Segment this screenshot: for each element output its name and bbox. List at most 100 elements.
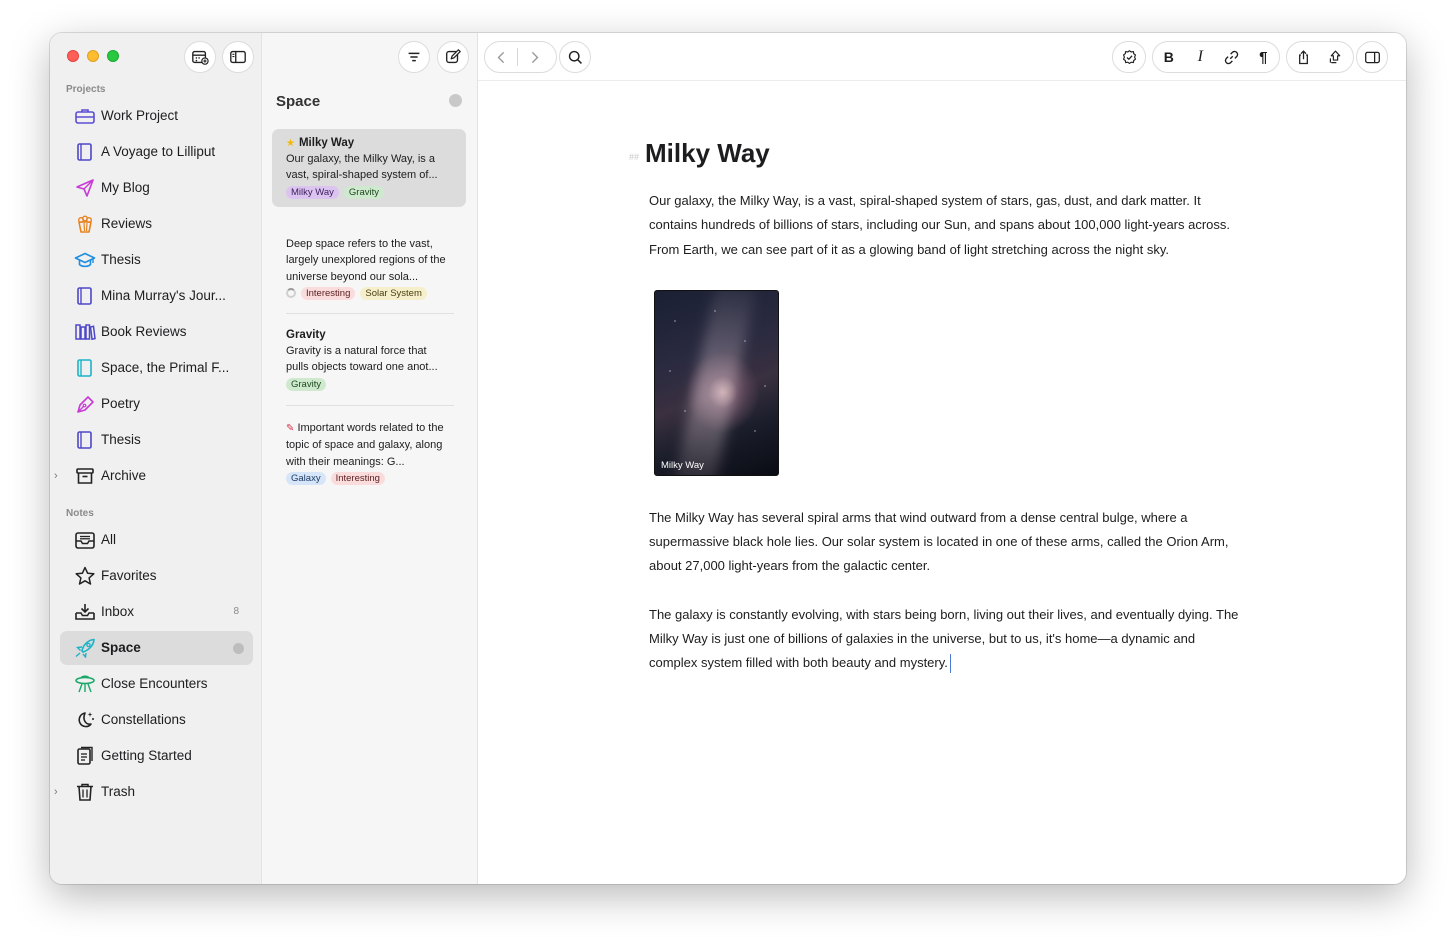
chevron-right-icon[interactable]: › bbox=[54, 470, 58, 482]
sidebar-item-label: Archive bbox=[101, 468, 147, 483]
books-icon bbox=[74, 322, 96, 342]
sidebar-item-label: Trash bbox=[101, 784, 136, 799]
search-pill bbox=[559, 41, 591, 73]
sidebar-item-reviews[interactable]: Reviews bbox=[60, 207, 253, 241]
sidebar-item-inbox[interactable]: Inbox 8 bbox=[60, 595, 253, 629]
sidebar-item-thesis[interactable]: Thesis bbox=[60, 243, 253, 277]
note-list-title: Space bbox=[276, 93, 321, 110]
navigation-pill bbox=[484, 41, 557, 73]
sidebar-item-all[interactable]: All bbox=[60, 523, 253, 557]
tag-badge[interactable]: Solar System bbox=[360, 286, 427, 300]
link-button[interactable] bbox=[1216, 42, 1248, 72]
new-note-button[interactable] bbox=[437, 41, 469, 73]
sidebar-item-label: Thesis bbox=[101, 252, 141, 267]
sidebar-item-close-encounters[interactable]: Close Encounters bbox=[60, 667, 253, 701]
editor-toolbar: B I ¶ bbox=[478, 33, 1406, 81]
zoom-window-button[interactable] bbox=[107, 50, 119, 62]
sidebar-icon bbox=[230, 50, 246, 64]
sidebar-item-trash[interactable]: › Trash bbox=[54, 775, 253, 809]
note-card-preview: Gravity is a natural force that pulls ob… bbox=[286, 345, 438, 374]
tray-icon bbox=[74, 530, 96, 550]
note-paragraph[interactable]: The Milky Way has several spiral arms th… bbox=[649, 506, 1239, 579]
sidebar-item-label: Reviews bbox=[101, 216, 153, 231]
sidebar-item-getting-started[interactable]: Getting Started bbox=[60, 739, 253, 773]
graduation-cap-icon bbox=[74, 250, 96, 270]
note-card-tags: Gravity bbox=[286, 377, 452, 391]
settings-pill bbox=[1112, 41, 1146, 73]
note-paragraph[interactable]: Our galaxy, the Milky Way, is a vast, sp… bbox=[649, 189, 1239, 262]
tag-badge[interactable]: Interesting bbox=[301, 286, 356, 300]
note-settings-button[interactable] bbox=[1113, 42, 1145, 72]
note-card-space-words[interactable]: ✎ Important words related to the topic o… bbox=[272, 412, 466, 493]
note-document[interactable]: ## Milky Way Our galaxy, the Milky Way, … bbox=[629, 138, 1239, 676]
text-cursor bbox=[949, 654, 951, 674]
fountain-pen-icon bbox=[74, 394, 96, 414]
note-card-deep-space[interactable]: Deep space refers to the vast, largely u… bbox=[272, 228, 466, 308]
toggle-inspector-button[interactable] bbox=[1357, 42, 1387, 72]
minimize-window-button[interactable] bbox=[87, 50, 99, 62]
sidebar-item-label: Mina Murray's Jour... bbox=[101, 288, 226, 303]
sidebar-item-space-the-primal-frontier[interactable]: Space, the Primal F... bbox=[60, 351, 253, 385]
notes-section-title: Notes bbox=[66, 508, 94, 519]
upload-arrow-icon bbox=[1329, 50, 1340, 63]
sidebar-item-poetry[interactable]: Poetry bbox=[60, 387, 253, 421]
note-heading[interactable]: ## Milky Way bbox=[629, 138, 1239, 169]
bold-button[interactable]: B bbox=[1153, 42, 1185, 72]
note-card-milky-way[interactable]: ★ Milky Way Our galaxy, the Milky Way, i… bbox=[272, 129, 466, 207]
rocket-icon bbox=[74, 638, 96, 659]
sidebar-item-label: Space bbox=[101, 640, 141, 655]
sidebar-item-label: Space, the Primal F... bbox=[101, 360, 230, 375]
tag-badge[interactable]: Galaxy bbox=[286, 471, 326, 485]
italic-icon: I bbox=[1197, 48, 1203, 65]
pilcrow-icon: ¶ bbox=[1259, 48, 1268, 66]
trash-icon bbox=[74, 782, 96, 802]
forward-button[interactable] bbox=[518, 42, 550, 72]
tag-badge[interactable]: Interesting bbox=[330, 471, 385, 485]
note-card-gravity[interactable]: Gravity Gravity is a natural force that … bbox=[272, 321, 466, 399]
sidebar-item-label: A Voyage to Lilliput bbox=[101, 144, 216, 159]
note-card-tags: Galaxy Interesting bbox=[286, 471, 452, 485]
sidebar-item-constellations[interactable]: Constellations bbox=[60, 703, 253, 737]
chevron-right-icon[interactable]: › bbox=[54, 786, 58, 798]
sort-button[interactable] bbox=[398, 41, 430, 73]
sidebar-item-label: Constellations bbox=[101, 712, 186, 727]
card-divider bbox=[286, 313, 454, 314]
sidebar-item-favorites[interactable]: Favorites bbox=[60, 559, 253, 593]
paragraph-button[interactable]: ¶ bbox=[1248, 42, 1280, 72]
sidebar-item-thesis-2[interactable]: Thesis bbox=[60, 423, 253, 457]
compose-icon bbox=[446, 49, 461, 64]
chevron-right-icon bbox=[531, 51, 538, 63]
italic-button[interactable]: I bbox=[1185, 42, 1217, 72]
sidebar-item-work-project[interactable]: Work Project bbox=[60, 99, 253, 133]
sidebar-item-space[interactable]: Space bbox=[60, 631, 253, 665]
tag-badge[interactable]: Gravity bbox=[286, 377, 327, 391]
sidebar-item-label: Thesis bbox=[101, 432, 141, 447]
publish-button[interactable] bbox=[1319, 42, 1351, 72]
tag-badge[interactable]: Gravity bbox=[343, 185, 385, 199]
sidebar-item-label: Inbox bbox=[101, 604, 135, 619]
share-button[interactable] bbox=[1287, 42, 1319, 72]
new-folder-button[interactable] bbox=[184, 41, 216, 73]
search-button[interactable] bbox=[560, 42, 590, 72]
card-divider bbox=[286, 405, 454, 406]
sidebar-item-book-reviews[interactable]: Book Reviews bbox=[60, 315, 253, 349]
popcorn-icon bbox=[74, 214, 96, 234]
milky-way-image[interactable]: Milky Way bbox=[654, 289, 779, 476]
tag-badge[interactable]: Milky Way bbox=[286, 185, 339, 199]
close-window-button[interactable] bbox=[67, 50, 79, 62]
sidebar-item-mina-murrays-journal[interactable]: Mina Murray's Jour... bbox=[60, 279, 253, 313]
back-button[interactable] bbox=[485, 42, 517, 72]
toggle-sidebar-button[interactable] bbox=[222, 41, 254, 73]
star-field bbox=[655, 290, 778, 475]
calendar-add-icon bbox=[192, 50, 209, 65]
sidebar-item-my-blog[interactable]: My Blog bbox=[60, 171, 253, 205]
note-paragraph[interactable]: The galaxy is constantly evolving, with … bbox=[649, 603, 1239, 676]
briefcase-icon bbox=[74, 106, 96, 126]
bold-icon: B bbox=[1163, 49, 1174, 65]
note-list: Space ★ Milky Way Our galaxy, the Milky … bbox=[262, 33, 478, 884]
sidebar-item-label: Favorites bbox=[101, 568, 157, 583]
sidebar-item-a-voyage-to-lilliput[interactable]: A Voyage to Lilliput bbox=[60, 135, 253, 169]
link-icon bbox=[1225, 50, 1239, 64]
sidebar-item-archive[interactable]: › Archive bbox=[54, 459, 253, 493]
sidebar-item-label: Getting Started bbox=[101, 748, 192, 763]
